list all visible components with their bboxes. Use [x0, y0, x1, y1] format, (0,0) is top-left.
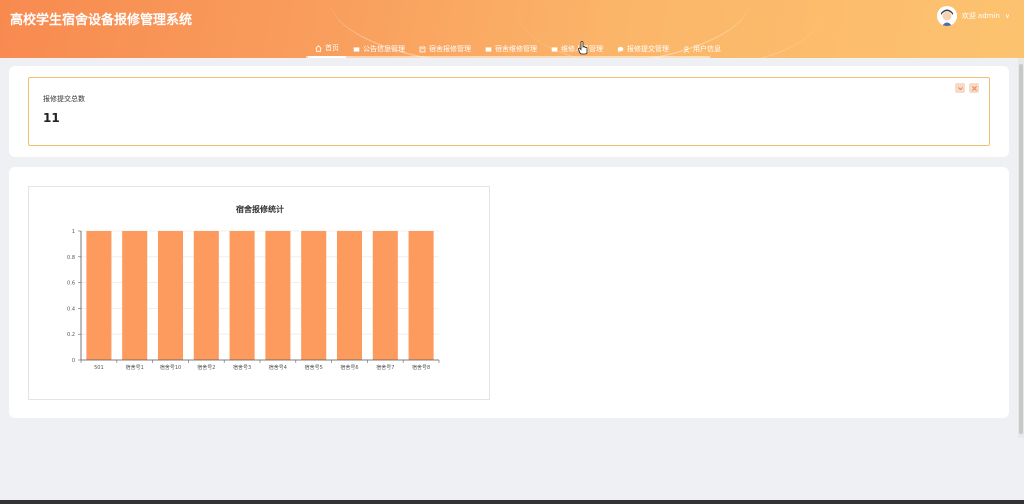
bar[interactable]	[336, 231, 363, 360]
nav-item-label: 宿舍报修管理	[429, 45, 471, 53]
x-tick-label: 宿舍号1	[126, 364, 144, 371]
y-tick-label: 1	[72, 229, 75, 235]
bar-chart: 宿舍报修统计 0 0.2 0.4 0.6 0.8 1 501 宿舍号1 宿舍号10 宿舍号2 宿舍号…	[67, 204, 440, 371]
close-button[interactable]	[969, 83, 979, 93]
x-tick-label: 宿舍号8	[412, 364, 430, 371]
stat-card: 报修提交总数 11	[28, 77, 990, 146]
nav-item-label: 报修提交管理	[627, 45, 669, 53]
bottom-bar	[0, 500, 1024, 504]
avatar[interactable]	[936, 6, 957, 26]
bar[interactable]	[229, 231, 255, 360]
x-tick-label: 宿舍号7	[376, 364, 394, 371]
x-tick-label: 宿舍号4	[269, 364, 287, 371]
chevron-down-icon	[957, 86, 963, 90]
close-icon	[971, 85, 977, 91]
user-icon	[683, 45, 690, 53]
nav-item-label: 首页	[325, 44, 339, 52]
home-icon	[315, 44, 322, 52]
square-icon	[485, 46, 492, 52]
bar[interactable]	[372, 231, 398, 360]
stat-label: 报修提交总数	[43, 95, 85, 103]
bar[interactable]	[193, 231, 219, 360]
square-icon	[551, 46, 558, 52]
scrollbar-thumb[interactable]	[1019, 64, 1023, 434]
chat-icon	[617, 46, 624, 53]
nav-item-label: 宿舍维修管理	[495, 45, 537, 53]
bar[interactable]	[301, 231, 327, 360]
bar[interactable]	[157, 231, 184, 360]
top-header: 高校学生宿舍设备报修管理系统 欢迎 admin ∨ 首页 公告信息管理 宿舍报修…	[0, 0, 1024, 58]
bar[interactable]	[408, 231, 434, 360]
app-title: 高校学生宿舍设备报修管理系统	[10, 13, 193, 28]
stat-value: 11	[43, 111, 60, 125]
stats-panel: 报修提交总数 11	[9, 66, 1009, 157]
avatar-icon	[936, 6, 957, 26]
user-menu[interactable]: 欢迎 admin ∨	[936, 6, 1010, 26]
x-tick-label: 宿舍号2	[197, 364, 215, 371]
x-tick-label: 宿舍号6	[340, 364, 358, 371]
x-tick-label: 501	[94, 365, 104, 371]
collapse-button[interactable]	[955, 83, 965, 93]
card-tools	[955, 83, 979, 93]
doc-icon	[419, 46, 426, 52]
nav-item-label: 公告信息管理	[363, 45, 405, 53]
chart-title: 宿舍报修统计	[236, 204, 284, 214]
chart-panel: 宿舍报修统计 0 0.2 0.4 0.6 0.8 1 501 宿舍号1 宿舍号10 宿舍号2 宿舍号…	[9, 167, 1009, 418]
x-tick-label: 宿舍号3	[233, 364, 251, 371]
y-tick-label: 0.8	[67, 255, 75, 261]
y-tick-label: 0.4	[67, 306, 75, 312]
square-icon	[353, 46, 360, 52]
y-tick-label: 0.6	[67, 281, 75, 287]
bar[interactable]	[86, 231, 112, 360]
nav-item-label: 用户信息	[693, 45, 721, 53]
x-tick-label: 宿舍号10	[160, 364, 181, 371]
y-tick-label: 0	[72, 358, 75, 364]
bar[interactable]	[265, 231, 291, 360]
scrollbar[interactable]	[1018, 58, 1024, 438]
chevron-down-icon[interactable]: ∨	[1005, 12, 1010, 20]
hand-cursor-icon	[578, 41, 588, 55]
bar[interactable]	[122, 231, 148, 360]
chart-card: 宿舍报修统计 0 0.2 0.4 0.6 0.8 1 501 宿舍号1 宿舍号10 宿舍号2 宿舍号…	[28, 186, 490, 400]
y-tick-label: 0.2	[67, 332, 75, 338]
user-greeting[interactable]: 欢迎 admin	[962, 11, 1000, 21]
nav-underline	[306, 56, 710, 58]
x-tick-label: 宿舍号5	[305, 364, 323, 371]
